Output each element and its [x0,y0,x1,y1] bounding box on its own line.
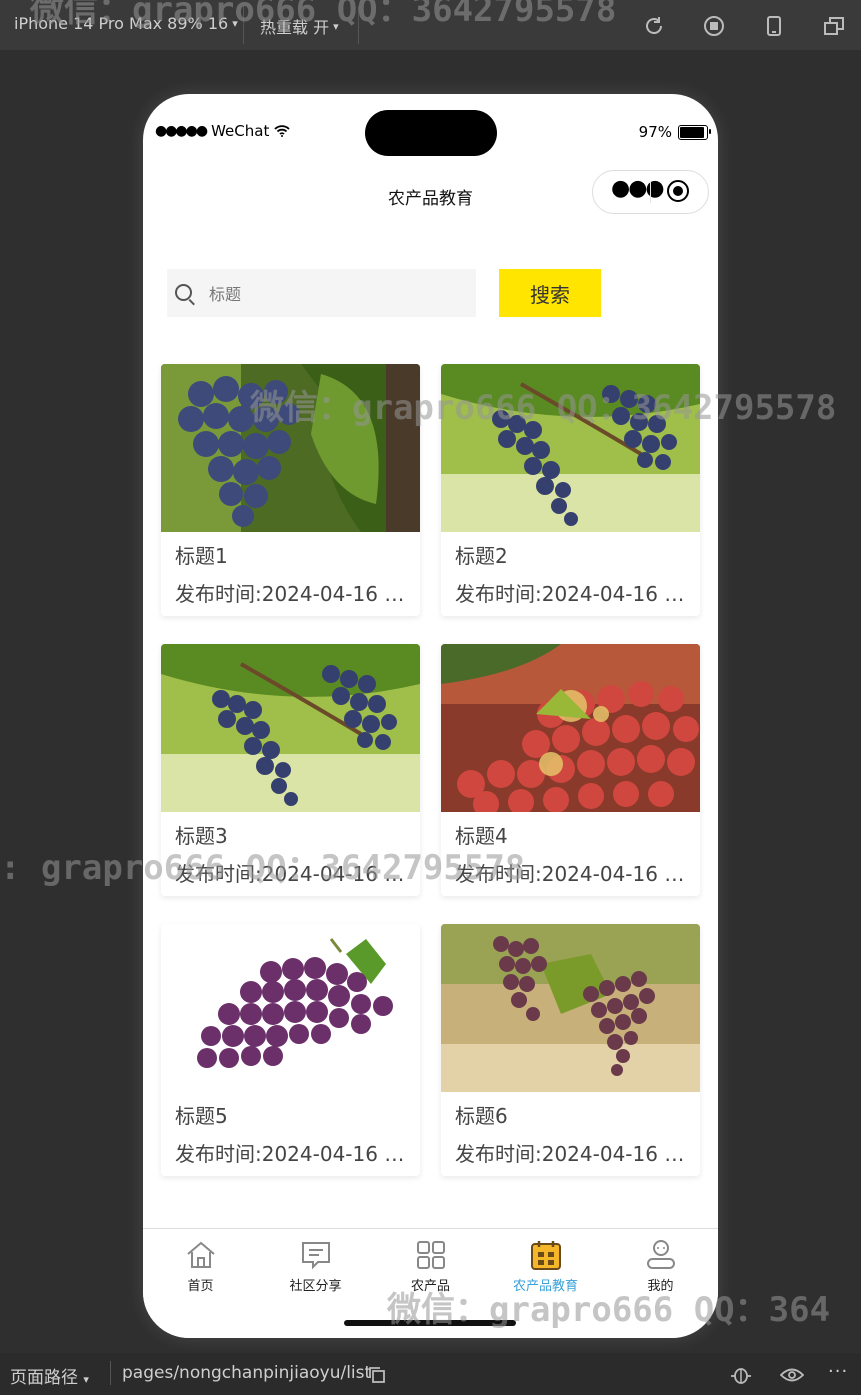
page-path-value: pages/nongchanpinjiaoyu/list [122,1363,372,1383]
tab-products[interactable]: 农产品 [373,1239,488,1294]
close-miniprogram-icon[interactable] [667,180,689,202]
carrier-label: WeChat [211,122,270,140]
device-label: iPhone 14 Pro Max 89% 16 [14,14,229,33]
bug-icon[interactable] [730,1364,752,1386]
card-time: 发布时间:2024-04-16 12:00:00 [455,862,688,886]
tab-home[interactable]: 首页 [143,1239,258,1294]
grape-image [161,364,420,532]
wifi-icon [274,125,290,137]
search-input[interactable] [207,269,471,319]
copy-icon[interactable] [368,1366,386,1384]
search-box [167,269,476,319]
card-title: 标题2 [455,544,508,568]
user-icon [646,1240,675,1269]
message-icon [301,1242,330,1270]
battery-icon [678,124,711,140]
device-selector[interactable]: iPhone 14 Pro Max 89% 16 ▾ [14,14,238,33]
search-icon [175,284,192,301]
hot-reload-toggle[interactable]: 热重载 开 ▾ [260,14,339,38]
grape-image [441,364,700,532]
battery-percent: 97% [638,123,672,141]
calendar-icon [530,1241,561,1270]
card-time: 发布时间:2024-04-16 12:00:00 [175,1142,408,1166]
stop-icon[interactable] [703,15,725,37]
grape-image [441,924,700,1092]
grape-image [161,924,420,1092]
card-time: 发布时间:2024-04-16 12:00:00 [175,862,408,886]
tab-community[interactable]: 社区分享 [258,1239,373,1294]
phone-simulator: ●●●●● WeChat 97% 农产品教育 ●●● 搜索 [143,94,718,1338]
tab-mine[interactable]: 我的 [603,1239,718,1294]
miniprogram-capsule: ●●● [592,170,709,214]
home-icon [186,1241,215,1268]
card-time: 发布时间:2024-04-16 12:00:00 [455,1142,688,1166]
article-card[interactable]: 标题6 发布时间:2024-04-16 12:00:00 [441,924,700,1176]
search-button[interactable]: 搜索 [499,269,601,317]
article-card[interactable]: 标题5 发布时间:2024-04-16 12:00:00 [161,924,420,1176]
card-title: 标题1 [175,544,228,568]
more-icon[interactable]: ●●● [611,176,665,201]
tab-education[interactable]: 农产品教育 [488,1239,603,1294]
window-icon[interactable] [823,15,845,37]
signal-icon: ●●●●● [155,123,208,139]
card-title: 标题5 [175,1104,228,1128]
dynamic-island [365,110,497,156]
refresh-icon[interactable] [643,15,665,37]
tab-label: 我的 [647,1279,674,1294]
status-bar: ●●●●● WeChat 97% [143,94,718,164]
card-title: 标题4 [455,824,508,848]
article-card[interactable]: 标题4 发布时间:2024-04-16 12:00:00 [441,644,700,896]
phone-preview-icon[interactable] [763,15,785,37]
more-options-icon[interactable]: ··· [828,1361,848,1382]
grape-image [441,644,700,812]
tab-label: 社区分享 [289,1279,342,1294]
tab-label: 农产品教育 [512,1279,578,1294]
grid-icon [416,1241,445,1269]
hot-reload-label: 热重载 开 [260,18,330,37]
devtools-toolbar: iPhone 14 Pro Max 89% 16 ▾ 热重载 开 ▾ [0,0,861,50]
article-card[interactable]: 标题1 发布时间:2024-04-16 12:00:00 [161,364,420,616]
tab-label: 农产品 [410,1279,450,1294]
card-title: 标题3 [175,824,228,848]
page-path-bar: 页面路径 ▾ pages/nongchanpinjiaoyu/list ··· [0,1353,861,1395]
tab-label: 首页 [187,1279,214,1294]
page-path-selector[interactable]: 页面路径 ▾ [10,1363,89,1388]
grape-image [161,644,420,812]
article-card[interactable]: 标题2 发布时间:2024-04-16 12:00:00 [441,364,700,616]
card-time: 发布时间:2024-04-16 12:00:00 [455,582,688,606]
page-path-label: 页面路径 [10,1368,78,1388]
eye-icon[interactable] [780,1366,804,1384]
article-card[interactable]: 标题3 发布时间:2024-04-16 12:00:00 [161,644,420,896]
home-indicator [344,1320,516,1326]
card-title: 标题6 [455,1104,508,1128]
card-time: 发布时间:2024-04-16 12:00:00 [175,582,408,606]
